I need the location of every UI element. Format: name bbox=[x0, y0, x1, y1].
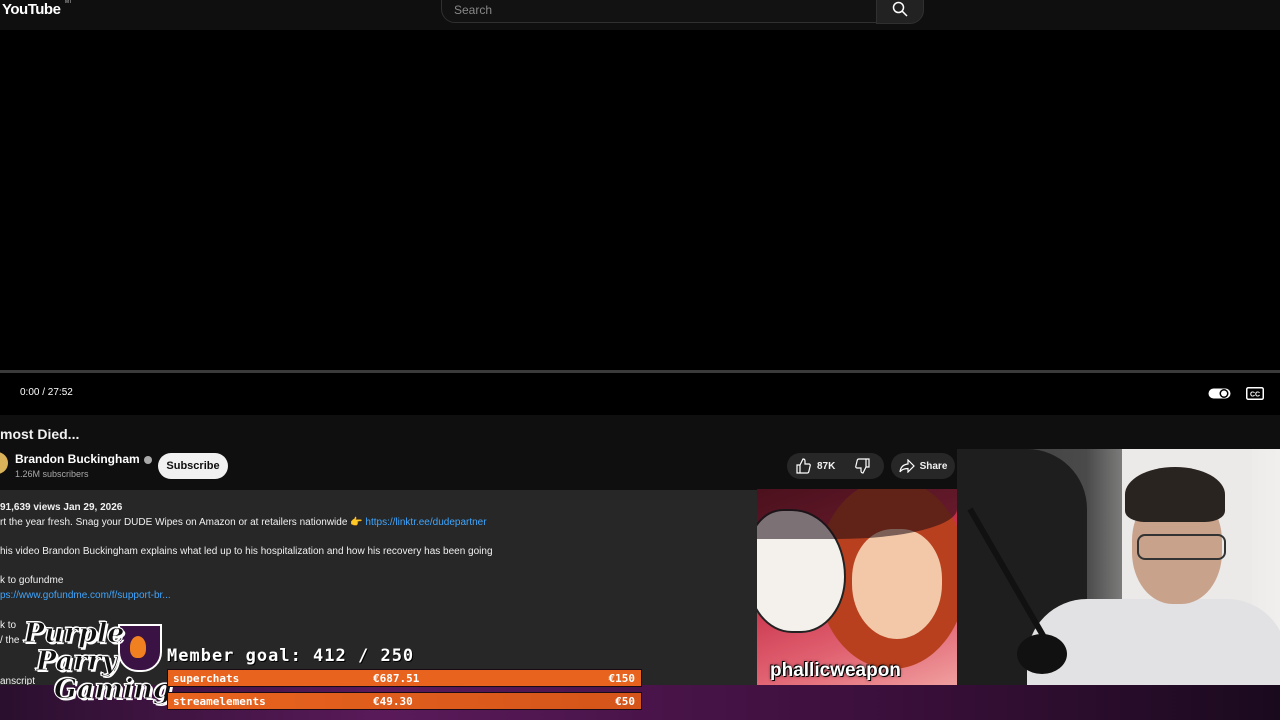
channel-name-text: Brandon Buckingham bbox=[15, 452, 140, 466]
share-button[interactable]: Share bbox=[891, 453, 955, 479]
goal-row-label: streamelements bbox=[173, 695, 266, 708]
art-face-shape bbox=[852, 529, 942, 639]
webcam-glasses bbox=[1137, 534, 1226, 560]
description-text: rt the year fresh. Snag your DUDE Wipes … bbox=[0, 517, 366, 528]
channel-avatar[interactable] bbox=[0, 452, 8, 474]
search-input[interactable]: Search bbox=[441, 0, 878, 23]
view-stats: 91,639 views Jan 29, 2026 bbox=[0, 502, 123, 513]
webcam-hair bbox=[1125, 467, 1225, 522]
flame-icon bbox=[130, 636, 146, 658]
microphone-icon bbox=[1017, 634, 1067, 674]
webcam-feed bbox=[957, 449, 1280, 689]
logo-text: YouTube bbox=[2, 1, 61, 18]
share-icon bbox=[898, 459, 915, 473]
verified-icon bbox=[143, 455, 152, 464]
search-icon bbox=[892, 1, 908, 17]
video-title: most Died... bbox=[0, 426, 80, 442]
like-button[interactable]: 87K bbox=[795, 453, 835, 479]
goal-row-amount: €687.51 bbox=[373, 672, 420, 685]
description-line: k to gofundme bbox=[0, 575, 64, 586]
member-goal-text: Member goal: 412 / 250 bbox=[167, 646, 415, 666]
subscribe-button[interactable]: Subscribe bbox=[158, 453, 228, 479]
art-caption: phallicweapon bbox=[770, 660, 901, 681]
youtube-logo[interactable]: YouTube MT bbox=[2, 0, 73, 18]
goal-row-superchats: superchats €687.51 €150 bbox=[167, 669, 642, 687]
logo-region: MT bbox=[64, 0, 73, 5]
dudepartner-link[interactable]: https://linktr.ee/dudepartner bbox=[365, 517, 486, 528]
top-bar: YouTube MT Search bbox=[0, 0, 1280, 30]
goal-row-label: superchats bbox=[173, 672, 240, 685]
like-dislike-group: 87K bbox=[787, 453, 884, 479]
goal-row-streamelements: streamelements €49.30 €50 bbox=[167, 692, 642, 710]
goal-row-target: €150 bbox=[608, 672, 636, 685]
search-placeholder: Search bbox=[454, 3, 493, 17]
logo-line: Gaming bbox=[54, 674, 173, 706]
purple-parry-logo: Purple Parry Gaming bbox=[0, 618, 172, 715]
channel-name[interactable]: Brandon Buckingham bbox=[15, 452, 152, 466]
like-count: 87K bbox=[817, 460, 836, 472]
search-button[interactable] bbox=[876, 0, 924, 24]
dislike-button[interactable] bbox=[855, 453, 871, 479]
progress-bar[interactable] bbox=[0, 370, 1280, 373]
captions-icon[interactable]: CC bbox=[1246, 387, 1264, 400]
thumbs-up-icon bbox=[796, 458, 811, 474]
svg-text:CC: CC bbox=[1250, 392, 1260, 399]
description-line: rt the year fresh. Snag your DUDE Wipes … bbox=[0, 517, 487, 528]
goal-row-amount: €49.30 bbox=[373, 695, 413, 708]
autoplay-toggle-icon[interactable] bbox=[1208, 387, 1232, 400]
logo-line: Purple bbox=[23, 618, 125, 650]
time-display: 0:00 / 27:52 bbox=[20, 387, 73, 398]
subscriber-count: 1.26M subscribers bbox=[15, 469, 89, 479]
webcam-shirt bbox=[1027, 599, 1280, 689]
share-label: Share bbox=[919, 460, 948, 472]
video-player[interactable]: 0:00 / 27:52 CC bbox=[0, 30, 1280, 415]
gofundme-link[interactable]: ps://www.gofundme.com/f/support-br... bbox=[0, 590, 171, 601]
description-line: his video Brandon Buckingham explains wh… bbox=[0, 546, 493, 557]
logo-line: Parry bbox=[35, 646, 118, 678]
goal-row-target: €50 bbox=[615, 695, 635, 708]
overlay-artwork: phallicweapon bbox=[757, 489, 957, 687]
thumbs-down-icon bbox=[855, 458, 870, 474]
